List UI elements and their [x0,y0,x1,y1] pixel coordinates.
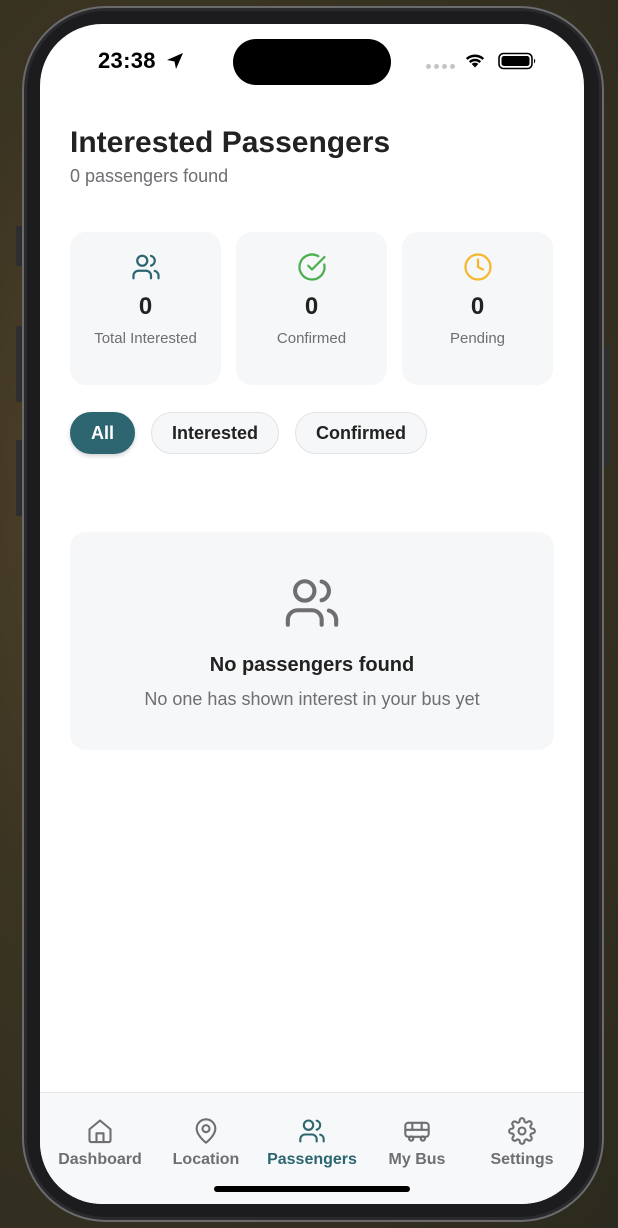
stat-card-total-interested: 0 Total Interested [70,232,221,385]
tab-location[interactable]: Location [152,1093,260,1173]
stat-card-pending: 0 Pending [402,232,553,385]
dynamic-island [233,39,391,85]
page-title: Interested Passengers [70,126,391,159]
home-indicator[interactable] [214,1186,410,1192]
tab-my-bus[interactable]: My Bus [363,1093,471,1173]
users-icon [285,579,339,627]
stat-card-confirmed: 0 Confirmed [236,232,387,385]
check-circle-icon [298,253,326,281]
empty-state-message: No one has shown interest in your bus ye… [144,689,480,709]
status-bar: 23:38 [40,24,584,100]
tab-passengers[interactable]: Passengers [258,1093,366,1173]
empty-state-title: No passengers found [209,654,415,676]
users-icon [299,1119,325,1143]
action-button [16,226,22,266]
tab-settings[interactable]: Settings [468,1093,576,1173]
tab-label: My Bus [388,1151,446,1168]
filter-chip-confirmed[interactable]: Confirmed [295,412,428,454]
tab-label: Passengers [267,1151,357,1168]
filter-chip-all[interactable]: All [70,412,136,454]
tab-label: Location [172,1151,240,1168]
stat-label: Total Interested [94,330,197,347]
battery-icon [498,52,536,70]
volume-down-button [16,440,22,516]
tab-label: Dashboard [58,1151,142,1168]
power-button [604,346,610,466]
tab-dashboard[interactable]: Dashboard [46,1093,154,1173]
volume-up-button [16,326,22,402]
filter-chip-interested[interactable]: Interested [151,412,280,454]
stat-label: Pending [449,330,506,347]
passenger-count: 0 passengers found [70,166,229,186]
home-icon [88,1119,112,1144]
map-pin-icon [195,1118,217,1144]
stats-row: 0 Total Interested 0 Confirmed 0 Pending [70,232,554,385]
status-time: 23:38 [98,48,156,73]
gear-icon [508,1117,536,1145]
bus-icon [404,1121,430,1142]
main-content: Interested Passengers 0 passengers found… [70,124,554,750]
app-screen: 23:38 Interested Passengers 0 passengers… [40,24,584,1204]
location-arrow-icon [167,53,183,69]
users-icon [132,254,160,280]
stat-value: 0 [138,293,153,320]
empty-state: No passengers found No one has shown int… [70,532,554,750]
stat-value: 0 [470,293,485,320]
clock-icon [464,253,492,281]
filter-chips: All Interested Confirmed [70,412,428,454]
stat-label: Confirmed [276,330,347,347]
tab-label: Settings [490,1151,554,1168]
stat-value: 0 [304,293,319,320]
wifi-icon [465,54,485,68]
cellular-signal-icon [426,64,455,69]
